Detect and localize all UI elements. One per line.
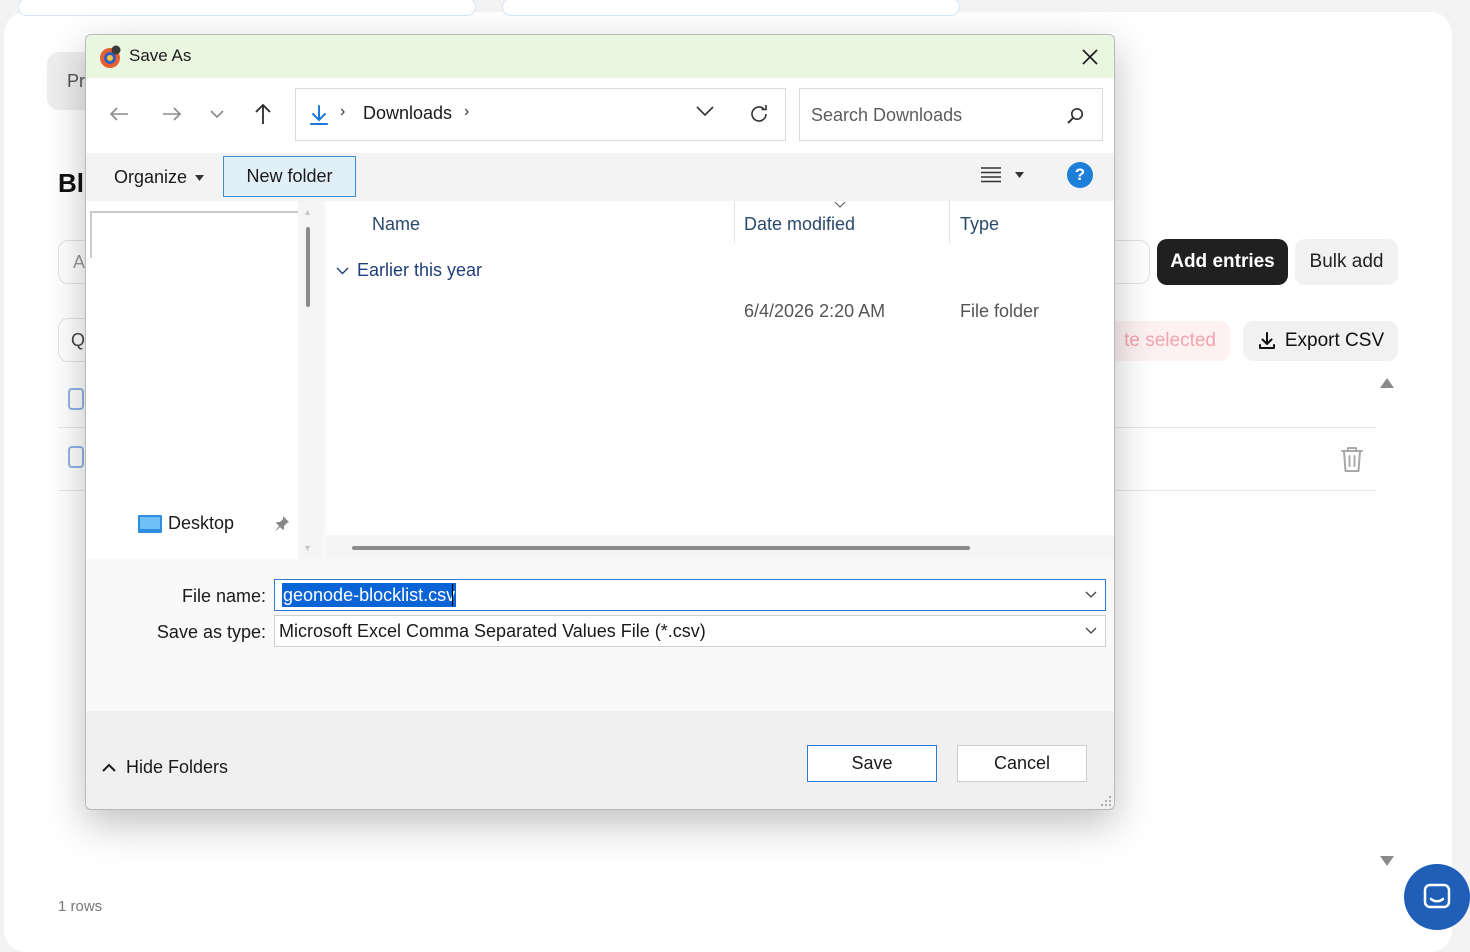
scrollbar-thumb[interactable] — [306, 227, 310, 307]
save-as-type-value: Microsoft Excel Comma Separated Values F… — [279, 621, 706, 641]
nav-item-label: Desktop — [168, 513, 235, 533]
resize-grip-icon[interactable] — [1100, 795, 1112, 807]
file-type-cell: File folder — [960, 301, 1040, 321]
column-header-date-modified[interactable]: Date modified — [744, 214, 855, 235]
page-title: Bl — [58, 168, 84, 198]
command-bar: Organize New folder ? — [86, 153, 1114, 201]
column-header-type[interactable]: Type — [960, 214, 999, 235]
save-button[interactable]: Save — [807, 745, 937, 782]
new-folder-button[interactable]: New folder — [223, 156, 356, 197]
close-icon — [1082, 48, 1098, 65]
close-button[interactable] — [1066, 35, 1114, 78]
forward-button[interactable] — [154, 96, 190, 132]
file-name-label: File name: — [181, 586, 266, 606]
column-header-name[interactable]: Name — [372, 214, 420, 235]
chevron-down-icon — [336, 267, 349, 274]
file-name-input[interactable]: geonode-blocklist.csv — [274, 579, 1106, 611]
chevron-down-icon — [210, 110, 224, 119]
hide-folders-button[interactable]: Hide Folders — [102, 757, 228, 778]
view-options-menu[interactable] — [981, 166, 1024, 183]
save-as-type-label: Save as type: — [156, 622, 266, 642]
address-bar[interactable]: › Downloads › — [295, 88, 786, 141]
file-list-horizontal-scrollbar[interactable] — [326, 535, 1114, 559]
group-label: Earlier this year — [357, 260, 483, 280]
rows-count: 1 rows — [58, 898, 103, 915]
navigation-pane[interactable]: Desktop — [86, 201, 323, 559]
arrow-up-icon — [255, 103, 271, 124]
download-icon — [1258, 332, 1275, 349]
sort-chevron-icon — [834, 201, 846, 208]
hide-folders-label: Hide Folders — [126, 757, 229, 777]
file-list[interactable]: Name Date modified Type Earlier this yea… — [326, 201, 1114, 559]
navigation-pane-focus-box — [90, 211, 298, 258]
nav-item-desktop[interactable]: Desktop — [138, 513, 234, 534]
dialog-title: Save As — [129, 46, 192, 65]
top-bar-pill-right — [502, 0, 960, 16]
caret-down-icon — [1015, 171, 1024, 178]
search-downloads-input[interactable]: Search Downloads — [799, 88, 1103, 141]
group-header[interactable]: Earlier this year — [336, 260, 482, 281]
up-button[interactable] — [245, 96, 281, 132]
add-entries-button[interactable]: Add entries — [1157, 239, 1288, 285]
help-button[interactable]: ? — [1067, 162, 1093, 188]
top-bar-pill-left — [18, 0, 476, 16]
organize-menu[interactable]: Organize — [114, 167, 205, 188]
back-button[interactable] — [101, 96, 137, 132]
arrow-left-icon — [109, 107, 128, 121]
column-divider[interactable] — [949, 201, 950, 243]
export-csv-label: Export CSV — [1284, 330, 1385, 351]
bulk-add-button[interactable]: Bulk add — [1295, 239, 1398, 285]
cancel-button[interactable]: Cancel — [957, 745, 1087, 782]
browser-app-icon — [100, 45, 121, 68]
chevron-up-icon — [102, 763, 116, 772]
scroll-up-arrow-icon[interactable] — [1380, 378, 1394, 388]
trash-icon[interactable] — [1339, 444, 1365, 474]
search-icon — [1067, 107, 1084, 124]
row-checkbox[interactable] — [68, 446, 84, 468]
dialog-titlebar[interactable]: Save As — [86, 35, 1114, 78]
chat-button[interactable] — [1404, 864, 1470, 930]
chat-icon — [1423, 883, 1451, 909]
chevron-down-icon — [1085, 627, 1097, 634]
recent-locations-button[interactable] — [199, 96, 235, 132]
navigation-bar: › Downloads › Search Downloads — [86, 78, 1114, 153]
address-history-chevron-icon[interactable] — [696, 105, 714, 117]
column-divider[interactable] — [734, 201, 735, 243]
save-as-dialog: Save As › Downloads › Search Downloads O… — [85, 34, 1115, 810]
save-as-type-select[interactable]: Microsoft Excel Comma Separated Values F… — [274, 615, 1106, 647]
file-date-cell: 6/4/2026 2:20 AM — [744, 301, 886, 321]
text-cursor — [452, 584, 453, 606]
search-placeholder: Search Downloads — [811, 105, 963, 125]
organize-label: Organize — [114, 167, 188, 187]
scroll-up-arrow-icon[interactable]: ▲ — [303, 207, 312, 217]
pin-icon[interactable] — [274, 515, 290, 531]
export-csv-button[interactable]: Export CSV — [1243, 321, 1398, 361]
navigation-pane-scrollbar[interactable]: ▲ ▼ — [298, 201, 323, 559]
file-name-value: geonode-blocklist.csv — [282, 583, 457, 607]
list-view-icon — [981, 167, 1001, 183]
dialog-footer: Hide Folders Save Cancel — [86, 711, 1114, 809]
desktop-folder-icon — [138, 514, 162, 533]
arrow-right-icon — [163, 107, 182, 121]
breadcrumb-separator[interactable]: › — [464, 103, 469, 121]
scroll-down-arrow-icon[interactable] — [1380, 856, 1394, 866]
caret-down-icon — [195, 174, 205, 181]
breadcrumb-separator: › — [340, 103, 346, 120]
chevron-down-icon[interactable] — [1085, 591, 1097, 599]
scrollbar-thumb[interactable] — [352, 546, 970, 550]
breadcrumb-downloads[interactable]: Downloads — [363, 103, 452, 124]
scroll-down-arrow-icon[interactable]: ▼ — [303, 543, 312, 553]
refresh-icon[interactable] — [748, 103, 770, 125]
downloads-folder-icon — [310, 105, 328, 125]
select-all-checkbox[interactable] — [68, 388, 84, 410]
